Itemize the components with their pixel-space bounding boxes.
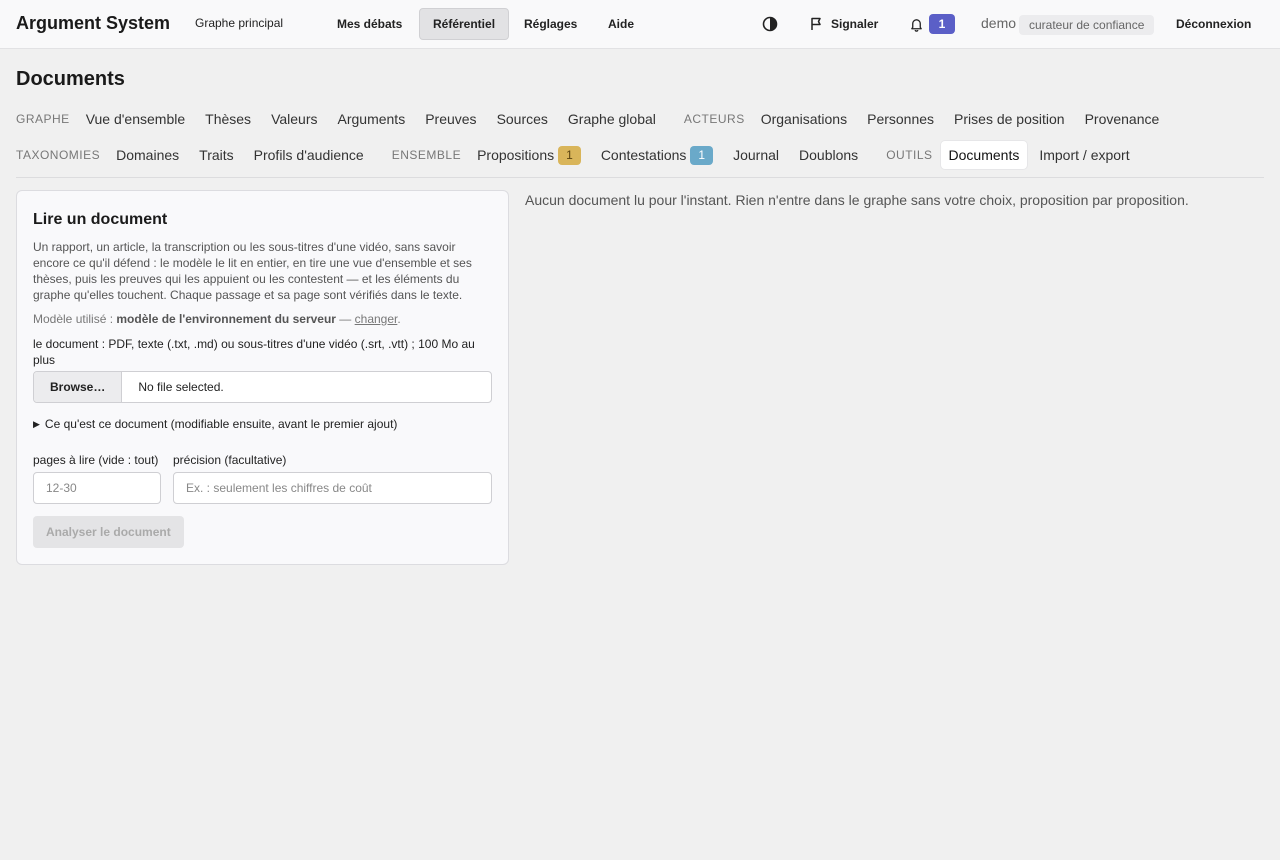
report-label: Signaler: [831, 17, 879, 31]
precision-label: précision (facultative): [173, 453, 287, 467]
graph-link[interactable]: Graphe principal: [195, 16, 283, 30]
tab-arguments[interactable]: Arguments: [330, 105, 414, 133]
top-bar: Argument System Graphe principal Mes déb…: [0, 0, 1280, 49]
tab-duplicates[interactable]: Doublons: [791, 141, 866, 169]
section-label-graphe: GRAPHE: [16, 112, 70, 126]
read-document-card: Lire un document Un rapport, un article,…: [16, 190, 509, 565]
notification-count-badge: 1: [929, 14, 955, 34]
file-input[interactable]: Browse… No file selected.: [33, 371, 492, 403]
user-name: demo: [981, 15, 1017, 31]
model-info: Modèle utilisé : modèle de l'environneme…: [33, 312, 401, 326]
page-title: Documents: [16, 68, 125, 90]
pages-label: pages à lire (vide : tout): [33, 453, 159, 467]
section-nav-row-2: TAXONOMIES Domaines Traits Profils d'aud…: [16, 141, 1138, 169]
pages-input[interactable]: [33, 472, 161, 504]
logout-button[interactable]: Déconnexion: [1164, 8, 1263, 40]
tab-organisations[interactable]: Organisations: [753, 105, 855, 133]
tab-stances[interactable]: Prises de position: [946, 105, 1073, 133]
model-separator: —: [335, 312, 355, 326]
model-name: modèle de l'environnement du serveur: [116, 312, 336, 326]
browse-button[interactable]: Browse…: [34, 372, 123, 402]
disclosure-triangle-icon: ▶: [33, 418, 40, 429]
flag-icon: [811, 17, 821, 30]
model-prefix: Modèle utilisé :: [33, 312, 117, 326]
section-label-taxonomies: TAXONOMIES: [16, 148, 101, 162]
change-model-link[interactable]: changer: [355, 312, 398, 326]
tab-audience-profiles[interactable]: Profils d'audience: [246, 141, 372, 169]
section-label-outils: OUTILS: [886, 148, 933, 162]
section-label-acteurs: ACTEURS: [683, 112, 745, 126]
nav-referentiel[interactable]: Référentiel: [419, 8, 510, 40]
tab-contestations-label: Contestations: [600, 147, 687, 163]
contestations-count-badge: 1: [690, 145, 714, 165]
bell-icon: [911, 18, 922, 32]
tab-people[interactable]: Personnes: [859, 105, 942, 133]
analyze-document-button[interactable]: Analyser le document: [33, 516, 184, 548]
user-role-badge: curateur de confiance: [1019, 15, 1155, 35]
document-details-toggle[interactable]: ▶ Ce qu'est ce document (modifiable ensu…: [33, 417, 397, 431]
tab-journal[interactable]: Journal: [725, 141, 787, 169]
report-button[interactable]: Signaler: [809, 8, 878, 40]
tab-traits[interactable]: Traits: [191, 141, 241, 169]
card-title: Lire un document: [33, 211, 168, 228]
tab-sources[interactable]: Sources: [489, 105, 556, 133]
empty-state-message: Aucun document lu pour l'instant. Rien n…: [525, 192, 1189, 208]
tab-values[interactable]: Valeurs: [263, 105, 325, 133]
card-description: Un rapport, un article, la transcription…: [33, 240, 472, 302]
section-divider: [16, 177, 1264, 178]
tab-global-graph[interactable]: Graphe global: [560, 105, 664, 133]
notifications-button[interactable]: 1: [909, 8, 955, 40]
propositions-count-badge: 1: [558, 145, 581, 165]
precision-input[interactable]: [173, 472, 492, 504]
model-suffix: .: [397, 312, 401, 326]
tab-provenance[interactable]: Provenance: [1077, 105, 1168, 133]
contrast-icon: [762, 16, 778, 32]
tab-theses[interactable]: Thèses: [197, 105, 259, 133]
app-brand[interactable]: Argument System: [16, 13, 170, 34]
section-label-ensemble: ENSEMBLE: [391, 148, 462, 162]
tab-domains[interactable]: Domaines: [108, 141, 187, 169]
contrast-toggle-button[interactable]: [762, 8, 778, 40]
tab-contestations[interactable]: Contestations 1: [593, 141, 721, 169]
tab-evidence[interactable]: Preuves: [417, 105, 484, 133]
tab-propositions[interactable]: Propositions 1: [469, 141, 589, 169]
nav-my-debates[interactable]: Mes débats: [324, 8, 415, 40]
tab-overview[interactable]: Vue d'ensemble: [78, 105, 193, 133]
section-nav-row-1: GRAPHE Vue d'ensemble Thèses Valeurs Arg…: [16, 105, 1167, 133]
nav-help[interactable]: Aide: [595, 8, 647, 40]
details-summary: Ce qu'est ce document (modifiable ensuit…: [44, 417, 398, 431]
tab-propositions-label: Propositions: [477, 147, 555, 163]
file-status: No file selected.: [138, 380, 224, 394]
tab-documents[interactable]: Documents: [940, 141, 1028, 169]
tab-import-export[interactable]: Import / export: [1031, 141, 1137, 169]
nav-settings[interactable]: Réglages: [511, 8, 590, 40]
file-input-label: le document : PDF, texte (.txt, .md) ou …: [33, 337, 475, 367]
